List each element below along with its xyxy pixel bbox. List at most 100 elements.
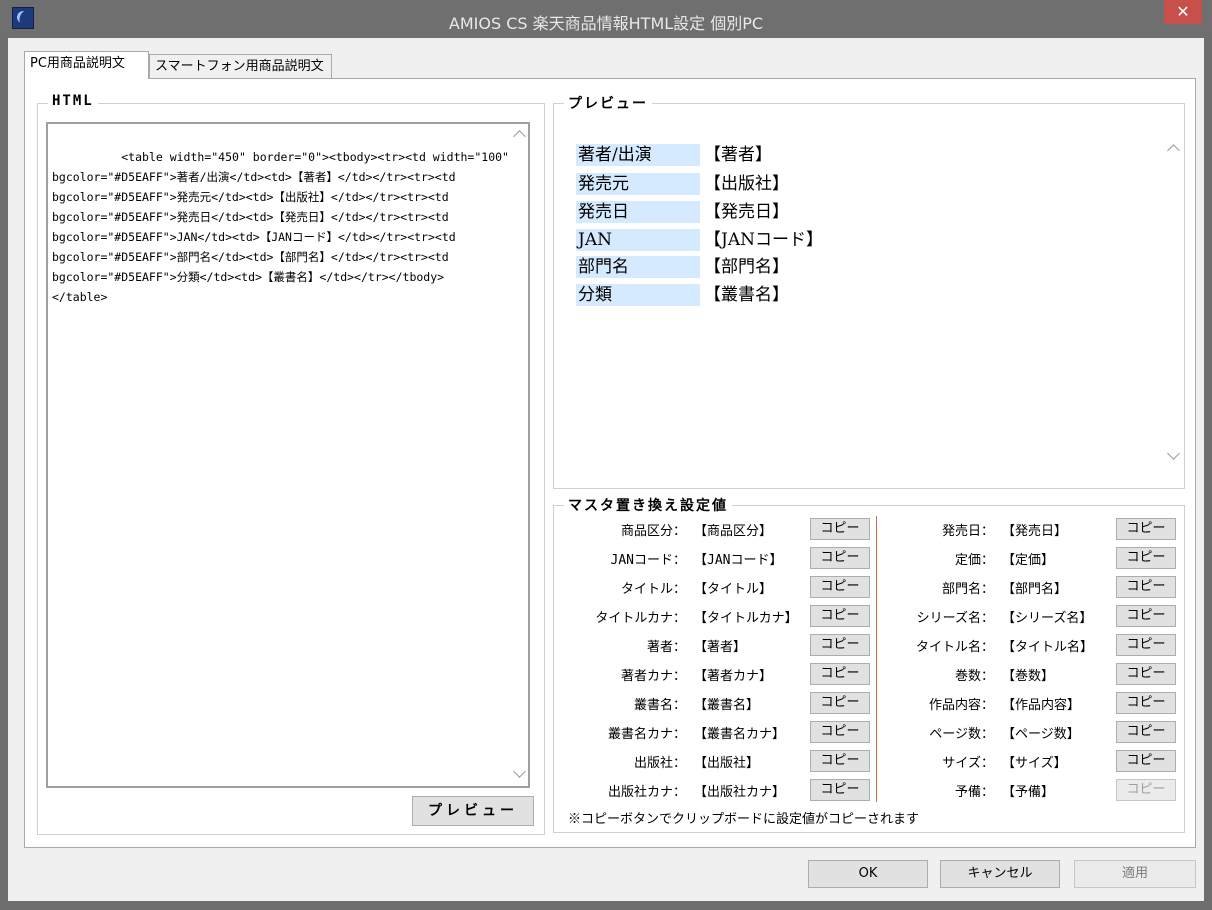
copy-button-jan-code[interactable]: コピー: [810, 547, 870, 569]
master-label-author-kana: 著者カナ：: [620, 669, 686, 684]
master-value-publisher-kana: 【出版社カナ】: [694, 785, 786, 800]
preview-row-value: 【発売日】: [704, 202, 789, 222]
preview-row-label: 発売日: [576, 201, 700, 223]
scroll-up-icon[interactable]: [1167, 144, 1180, 157]
master-value-size: 【サイズ】: [1002, 756, 1067, 771]
master-value-list-price: 【定価】: [1002, 553, 1055, 568]
window-title: AMIOS CS 楽天商品情報HTML設定 個別PC: [448, 14, 764, 33]
master-value-series-name: 【叢書名】: [694, 698, 760, 713]
master-value-series-name-kana: 【叢書名カナ】: [694, 727, 786, 742]
master-value-title: 【タイトル】: [694, 582, 773, 597]
tab-smartphone-description[interactable]: スマートフォン用商品説明文: [149, 54, 332, 78]
scroll-up-icon[interactable]: [513, 130, 526, 143]
ok-button[interactable]: OK: [808, 860, 928, 888]
preview-scrollbar[interactable]: [1165, 122, 1182, 488]
copy-note: ※コピーボタンでクリップボードに設定値がコピーされます: [568, 812, 920, 827]
preview-row-value: 【部門名】: [704, 257, 789, 277]
title-bar[interactable]: AMIOS CS 楽天商品情報HTML設定 個別PC ✕: [0, 0, 1212, 38]
master-label-series-name-kana: 叢書名カナ：: [607, 727, 686, 742]
dialog-window: AMIOS CS 楽天商品情報HTML設定 個別PC ✕ PC用商品説明文 スマ…: [0, 0, 1212, 910]
master-label-title: タイトル：: [620, 582, 686, 597]
master-value-reserve: 【予備】: [1002, 785, 1055, 800]
preview-row-value: 【JANコード】: [704, 230, 823, 250]
copy-button-title-name[interactable]: コピー: [1116, 634, 1176, 656]
copy-button-title[interactable]: コピー: [810, 576, 870, 598]
master-label-title-kana: タイトルカナ：: [595, 611, 686, 626]
dialog-client: PC用商品説明文 スマートフォン用商品説明文 HTML <table width…: [8, 38, 1204, 901]
copy-button-series-name-kana[interactable]: コピー: [810, 721, 870, 743]
html-group: HTML <table width="450" border="0"><tbod…: [37, 93, 545, 835]
master-label-title-name: タイトル名：: [915, 640, 994, 655]
master-label-reserve: 予備：: [954, 785, 994, 800]
preview-row-label: 部門名: [576, 256, 700, 278]
master-label-page-count: ページ数：: [929, 727, 994, 742]
master-label-author: 著者：: [646, 640, 686, 655]
master-label-product-category: 商品区分：: [620, 524, 686, 539]
scroll-down-icon[interactable]: [1167, 447, 1180, 460]
preview-row-label: JAN: [576, 229, 700, 251]
master-value-page-count: 【ページ数】: [1002, 727, 1080, 742]
master-value-department: 【部門名】: [1002, 582, 1068, 597]
master-value-title-kana: 【タイトルカナ】: [694, 611, 798, 626]
master-value-series: 【シリーズ名】: [1002, 611, 1093, 626]
copy-button-title-kana[interactable]: コピー: [810, 605, 870, 627]
copy-button-author[interactable]: コピー: [810, 634, 870, 656]
scroll-down-icon[interactable]: [513, 765, 526, 778]
tab-pc-description[interactable]: PC用商品説明文: [24, 51, 149, 79]
copy-button-page-count[interactable]: コピー: [1116, 721, 1176, 743]
cancel-button[interactable]: キャンセル: [940, 860, 1060, 888]
close-icon: ✕: [1176, 2, 1190, 21]
tab-panel: HTML <table width="450" border="0"><tbod…: [24, 78, 1196, 848]
column-divider: [876, 516, 877, 802]
copy-button-reserve: コピー: [1116, 779, 1176, 801]
master-value-title-name: 【タイトル名】: [1002, 640, 1094, 655]
copy-button-publisher-kana[interactable]: コピー: [810, 779, 870, 801]
preview-row-value: 【叢書名】: [704, 285, 789, 305]
master-label-list-price: 定価：: [954, 553, 994, 568]
copy-button-list-price[interactable]: コピー: [1116, 547, 1176, 569]
master-label-series: シリーズ名：: [916, 611, 994, 626]
copy-button-series[interactable]: コピー: [1116, 605, 1176, 627]
master-group-title: マスタ置き換え設定値: [564, 495, 732, 515]
master-label-publisher-kana: 出版社カナ：: [607, 785, 686, 800]
copy-button-release-date[interactable]: コピー: [1116, 518, 1176, 540]
copy-button-department[interactable]: コピー: [1116, 576, 1176, 598]
copy-button-product-category[interactable]: コピー: [810, 518, 870, 540]
master-label-volume: 巻数：: [954, 669, 994, 684]
master-value-author: 【著者】: [694, 640, 747, 655]
preview-row-value: 【著者】: [704, 145, 772, 165]
master-value-jan-code: 【JANコード】: [694, 553, 783, 568]
copy-button-volume[interactable]: コピー: [1116, 663, 1176, 685]
copy-button-work-content[interactable]: コピー: [1116, 692, 1176, 714]
master-replacement-group: マスタ置き換え設定値 商品区分： 【商品区分】 コピー JANコード： 【JAN…: [553, 495, 1185, 833]
master-value-product-category: 【商品区分】: [694, 524, 773, 539]
master-label-department: 部門名：: [941, 582, 994, 597]
html-source-textarea[interactable]: <table width="450" border="0"><tbody><tr…: [46, 122, 530, 788]
master-value-publisher: 【出版社】: [694, 756, 760, 771]
copy-button-publisher[interactable]: コピー: [810, 750, 870, 772]
master-value-volume: 【巻数】: [1002, 669, 1055, 684]
html-source-text: <table width="450" border="0"><tbody><tr…: [52, 150, 509, 304]
master-label-size: サイズ：: [942, 756, 994, 771]
master-label-jan-code: JANコード：: [610, 553, 686, 568]
html-group-title: HTML: [48, 93, 98, 109]
close-button[interactable]: ✕: [1164, 0, 1202, 24]
master-value-author-kana: 【著者カナ】: [694, 669, 773, 684]
master-label-work-content: 作品内容：: [928, 698, 994, 713]
preview-row-label: 分類: [576, 284, 700, 306]
master-label-series-name: 叢書名：: [633, 698, 686, 713]
preview-group: プレビュー 著者/出演 【著者】 発売元 【出版社】 発売日 【発売日】 JAN…: [553, 93, 1185, 489]
master-label-publisher: 出版社：: [633, 756, 686, 771]
master-value-work-content: 【作品内容】: [1002, 698, 1081, 713]
master-value-release-date: 【発売日】: [1002, 524, 1068, 539]
copy-button-author-kana[interactable]: コピー: [810, 663, 870, 685]
copy-button-size[interactable]: コピー: [1116, 750, 1176, 772]
copy-button-series-name[interactable]: コピー: [810, 692, 870, 714]
preview-group-title: プレビュー: [564, 93, 652, 113]
apply-button: 適用: [1074, 860, 1196, 888]
preview-button[interactable]: プレビュー: [412, 796, 534, 826]
master-label-release-date: 発売日：: [941, 524, 994, 539]
html-textarea-scrollbar[interactable]: [511, 124, 528, 786]
preview-pane: 著者/出演 【著者】 発売元 【出版社】 発売日 【発売日】 JAN 【JANコ…: [562, 122, 1182, 488]
preview-row-label: 発売元: [576, 173, 700, 195]
